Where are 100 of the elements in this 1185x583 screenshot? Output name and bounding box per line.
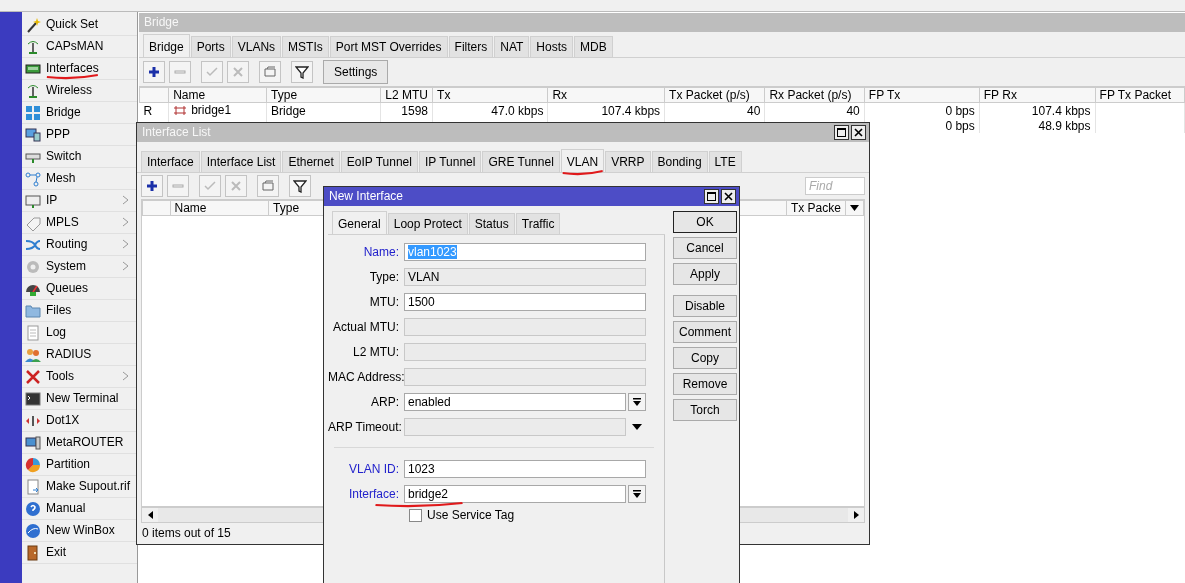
column-header[interactable]: Tx — [432, 87, 548, 103]
menu-label[interactable]: Switch — [46, 149, 82, 164]
filter-button[interactable] — [289, 175, 311, 198]
menu-label[interactable]: New Terminal — [46, 391, 119, 406]
table-cell: 0 bps — [945, 103, 975, 118]
input-field[interactable]: 1500 — [404, 292, 646, 311]
filter-button[interactable] — [291, 61, 313, 84]
checkbox[interactable] — [409, 508, 422, 522]
menu-label[interactable]: New WinBox — [46, 523, 115, 538]
column-header[interactable]: Rx — [547, 87, 665, 103]
tab[interactable]: VLAN — [560, 149, 605, 173]
tab[interactable]: MDB — [574, 36, 613, 58]
tab[interactable]: GRE Tunnel — [482, 151, 560, 173]
column-header[interactable]: FP Tx — [864, 87, 980, 103]
sidebar-item[interactable]: Exit — [22, 542, 137, 564]
tab[interactable]: EoIP Tunnel — [340, 151, 418, 173]
comment-button[interactable] — [257, 175, 279, 198]
table-cell: 48.9 kbps — [1038, 118, 1091, 133]
menu-label[interactable]: System — [46, 259, 86, 274]
tab[interactable]: NAT — [494, 36, 530, 58]
menu-label[interactable]: IP — [46, 193, 58, 208]
dialog-button[interactable]: Copy — [673, 347, 737, 369]
menu-label[interactable]: CAPsMAN — [46, 39, 104, 54]
maximize-icon — [837, 128, 846, 137]
column-header[interactable]: Tx Packet (p/s) — [664, 87, 765, 103]
find-field[interactable]: Find — [805, 177, 865, 196]
comment-button[interactable] — [259, 61, 281, 84]
tab[interactable]: VRRP — [605, 151, 651, 173]
dropdown-field[interactable]: enabled — [404, 392, 626, 411]
maximize-button[interactable] — [704, 189, 719, 204]
menu-label[interactable]: Files — [46, 303, 72, 318]
sidebar-item[interactable]: Interfaces — [22, 58, 137, 80]
tab[interactable]: Bridge — [143, 34, 190, 58]
menu-label[interactable]: Partition — [46, 457, 91, 472]
close-button[interactable] — [721, 189, 736, 204]
sidebar-item[interactable]: Quick Set — [22, 14, 137, 36]
tab[interactable]: Interface — [141, 151, 200, 173]
menu-label[interactable]: Wireless — [46, 83, 92, 98]
dialog-button[interactable]: Torch — [673, 399, 737, 421]
column-header[interactable]: Type — [268, 200, 324, 216]
sidebar-item[interactable]: Bridge — [22, 102, 137, 124]
column-header[interactable]: FP Tx Packet — [1095, 87, 1185, 103]
column-header[interactable]: Type — [266, 87, 381, 103]
tab[interactable]: Hosts — [530, 36, 573, 58]
tab[interactable]: Port MST Overrides — [329, 36, 448, 58]
tab[interactable]: Traffic — [515, 213, 561, 235]
menu-label[interactable]: Make Supout.rif — [46, 479, 131, 494]
dropdown-button[interactable] — [628, 484, 646, 503]
menu-label[interactable]: Dot1X — [46, 413, 80, 428]
column-header[interactable]: Tx Packe — [786, 200, 846, 216]
menu-label[interactable]: Tools — [46, 369, 74, 384]
tab[interactable]: General — [332, 211, 387, 235]
column-header[interactable]: Name — [168, 87, 267, 103]
column-header[interactable]: Rx Packet (p/s) — [764, 87, 865, 103]
tab[interactable]: Interface List — [200, 151, 282, 173]
menu-label[interactable]: Routing — [46, 237, 88, 252]
sidebar-item[interactable]: CAPsMAN — [22, 36, 137, 58]
tab[interactable]: Ports — [190, 36, 231, 58]
menu-label[interactable]: Mesh — [46, 171, 76, 186]
dialog-button[interactable]: Cancel — [673, 237, 737, 259]
users-icon — [25, 346, 41, 363]
tab[interactable]: VLANs — [231, 36, 282, 58]
sidebar-item[interactable]: Wireless — [22, 80, 137, 102]
dialog-button[interactable]: OK — [673, 211, 737, 233]
menu-label[interactable]: Queues — [46, 281, 89, 296]
dropdown-button[interactable] — [628, 392, 646, 411]
menu-label[interactable]: Log — [46, 325, 67, 340]
menu-label[interactable]: MetaROUTER — [46, 435, 124, 450]
tab[interactable]: Ethernet — [282, 151, 340, 173]
tab[interactable]: Loop Protect — [387, 213, 468, 235]
settings-button[interactable]: Settings — [323, 60, 389, 85]
add-button[interactable] — [143, 61, 165, 84]
add-button[interactable] — [141, 175, 163, 198]
column-header[interactable]: FP Rx — [979, 87, 1096, 103]
dropdown-field[interactable]: bridge2 — [404, 484, 626, 503]
monitor-icon — [25, 434, 41, 451]
dialog-button[interactable]: Disable — [673, 295, 737, 317]
menu-label[interactable]: Interfaces — [46, 61, 99, 76]
tab[interactable]: LTE — [708, 151, 742, 173]
column-header[interactable]: Name — [170, 200, 269, 216]
menu-label[interactable]: Bridge — [46, 105, 81, 120]
dialog-button[interactable]: Remove — [673, 373, 737, 395]
dialog-button[interactable]: Apply — [673, 263, 737, 285]
arrows-icon — [25, 104, 41, 121]
dialog-button[interactable]: Comment — [673, 321, 737, 343]
tab[interactable]: Status — [468, 213, 515, 235]
column-header[interactable]: L2 MTU — [380, 87, 433, 103]
close-button[interactable] — [851, 125, 866, 140]
menu-label[interactable]: PPP — [46, 127, 70, 142]
tab[interactable]: IP Tunnel — [418, 151, 482, 173]
input-field[interactable]: 1023 — [404, 459, 646, 478]
menu-label[interactable]: MPLS — [46, 215, 79, 230]
tab[interactable]: MSTIs — [282, 36, 329, 58]
menu-label[interactable]: Exit — [46, 545, 66, 560]
menu-label[interactable]: Manual — [46, 501, 86, 516]
menu-label[interactable]: Quick Set — [46, 17, 99, 32]
tab[interactable]: Bonding — [651, 151, 708, 173]
maximize-button[interactable] — [834, 125, 849, 140]
tab[interactable]: Filters — [448, 36, 494, 58]
menu-label[interactable]: RADIUS — [46, 347, 92, 362]
